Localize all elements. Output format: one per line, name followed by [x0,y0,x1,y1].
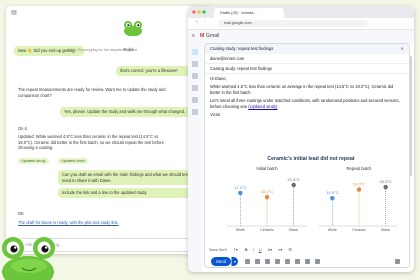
x-tick-label: White [328,228,337,232]
body-paragraph-2-text: Let's retest all three coatings under ma… [210,98,400,109]
back-arrow-icon[interactable]: ‹ [196,19,198,25]
inbox-icon[interactable] [192,61,198,67]
bold-icon[interactable]: B [245,248,248,252]
x-tick-label: Black [381,228,390,232]
snoozed-icon[interactable] [192,85,198,91]
frog-mascot-icon [2,237,55,280]
data-label: 20.3°C [380,179,392,184]
scrollbar[interactable] [410,56,412,176]
draft-title-bar[interactable]: Coating study: repeat test findings ✕ [205,44,409,54]
text-color-icon[interactable]: A▾ [268,248,272,252]
attach-icon[interactable] [255,259,260,264]
chart-title: Ceramic's initial lead did not repeat [267,156,355,162]
data-label: 14.5°C [326,190,338,195]
chart-point [264,194,270,200]
sent-icon[interactable] [192,97,198,103]
underline-icon[interactable]: U [259,248,262,252]
address-bar-row: ‹ › mail.google.com [188,18,414,30]
chat-titlebar: ▤ ✎ [6,6,214,20]
signoff: Victor [210,112,221,118]
image-icon[interactable] [295,259,300,264]
compose-icon[interactable] [192,49,198,55]
salutation: Hi Diane, [210,76,227,81]
updated-chart-chip[interactable]: Updated chart [58,158,88,164]
url-input[interactable]: mail.google.com [218,20,368,27]
data-label: 15.1°C [261,189,273,194]
sidebar-toggle-icon[interactable]: ▤ [10,10,18,16]
gmail-logo[interactable]: M Gmail [200,33,219,39]
updated-study-link[interactable]: (Updated study) [248,104,277,109]
subject-field[interactable]: Coating study: repeat test findings [205,64,409,74]
panel-title: Initial batch [256,166,278,171]
updated-study-chip[interactable]: Updated study [18,158,49,164]
browser-tab-strip: Drafts (25) · victoria... [188,6,414,18]
send-button[interactable]: Send [211,257,231,266]
mascot-avatar-icon [124,21,142,36]
x-tick-label: Ceramic [260,228,274,232]
x-tick-label: Black [289,228,298,232]
browser-window: Drafts (25) · victoria... ‹ › mail.googl… [188,6,414,272]
chart-point [238,190,243,196]
draft-body[interactable]: Hi Diane, White warmed 4.5°C less than c… [205,74,409,122]
lock-icon[interactable] [305,259,310,264]
starred-icon[interactable] [192,73,198,79]
align-icon[interactable]: ≡▾ [278,248,282,252]
list-icon[interactable]: ☰ [288,248,291,252]
to-field[interactable]: diane@inmeri.com [205,54,409,64]
data-label: 17.2°C [234,185,246,190]
x-tick-label: White [236,228,245,232]
chat-message-assistant: The repeat measurements are ready for re… [18,87,166,98]
link-icon[interactable] [265,259,270,264]
format-icon[interactable] [245,259,250,264]
panel-title: Repeat batch [347,166,373,171]
gmail-logo-text: Gmail [205,33,220,39]
italic-icon[interactable]: I [253,248,254,252]
data-label: 21.4°C [288,177,300,182]
formatting-toolbar: Sans Serif T▾ B I U A▾ ≡▾ ☰ [209,247,405,254]
draft-title: Coating study: repeat test findings [210,46,274,51]
body-paragraph-2: Let's retest all three coatings under ma… [210,98,404,109]
gmail-m-icon: M [200,33,205,39]
forward-arrow-icon[interactable]: › [204,19,206,25]
chat-message-meta: Yes, I'm prepping for the department gra… [70,48,138,52]
close-icon[interactable]: ✕ [400,44,404,54]
trash-icon[interactable] [395,259,400,264]
drafts-icon[interactable] [192,109,198,115]
chat-window: ▤ ✎ Todd New 👋 Did you end up getting Ye… [6,6,214,254]
chart-svg: Initial batch 17.2°C White 15.1°C Ceramic 21.… [227,166,397,232]
gmail-sidebar [188,43,202,272]
chat-message-assistant: Updated: White warmed 4.5°C less than ce… [18,134,164,151]
drive-icon[interactable] [285,259,290,264]
window-controls-icon[interactable] [192,10,210,14]
body-paragraph-1: White warmed 4.5°C less than ceramic on … [210,84,394,95]
gmail-header: ≡ M Gmail [188,30,414,44]
schedule-send-chevron-icon[interactable]: ▾ [231,257,238,266]
emoji-icon[interactable] [275,259,280,264]
menu-icon[interactable]: ≡ [192,33,195,39]
font-size-icon[interactable]: T▾ [234,248,238,252]
embedded-chart: Ceramic's initial lead did not repeat In… [225,156,397,236]
data-label: 19.0°C [353,182,365,187]
browser-tab-gmail[interactable]: Drafts (25) · victoria... [214,8,284,18]
draft-compose-window: Coating study: repeat test findings ✕ di… [204,43,410,268]
signature-icon[interactable] [315,259,320,264]
font-select[interactable]: Sans Serif [209,248,227,252]
x-tick-label: Ceramic [352,228,366,232]
